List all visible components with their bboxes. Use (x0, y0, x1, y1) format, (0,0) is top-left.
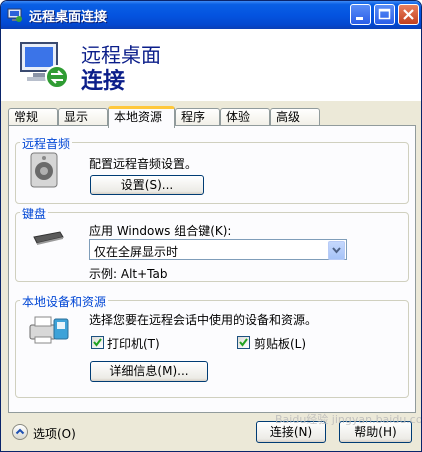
keyboard-example: 示例: Alt+Tab (89, 267, 168, 281)
watermark: Baidu经验 jingyan.baidu.com (275, 413, 422, 426)
options-toggle-button[interactable] (12, 424, 28, 440)
title-bar[interactable]: 远程桌面连接 (1, 1, 421, 29)
banner: 远程桌面 连接 (1, 29, 421, 101)
chevron-down-icon (332, 247, 341, 254)
devices-description: 选择您要在远程会话中使用的设备和资源。 (89, 313, 318, 327)
remote-computer-icon (20, 42, 69, 89)
remote-audio-title: 远程音频 (20, 135, 73, 152)
minimize-button[interactable] (350, 4, 371, 25)
tab-general[interactable]: 常规 (8, 108, 58, 126)
clipboard-label[interactable]: 剪贴板(L) (254, 335, 306, 352)
keyboard-group: 键盘 应用 Windows 组合键(K): 仅在全屏显示时 示例: Alt+Ta… (15, 205, 409, 282)
checkmark-icon (239, 338, 248, 347)
tab-local-resources[interactable]: 本地资源 (108, 106, 175, 128)
close-button[interactable] (398, 4, 419, 25)
window-title: 远程桌面连接 (29, 10, 108, 25)
tab-advanced[interactable]: 高级 (270, 108, 320, 126)
printers-label[interactable]: 打印机(T) (107, 335, 160, 352)
windows-keys-selected: 仅在全屏显示时 (94, 245, 179, 259)
remote-audio-group: 远程音频 配置远程音频设置。 设置(S)... (15, 135, 409, 204)
dropdown-arrow-button[interactable] (328, 241, 345, 260)
tab-display[interactable]: 显示 (58, 108, 108, 126)
speaker-icon (30, 152, 58, 188)
close-icon (403, 9, 414, 20)
audio-settings-button[interactable]: 设置(S)... (90, 175, 204, 195)
remote-desktop-window: 远程桌面连接 远程桌面 连接 常规 显示 本地资源 程序 体验 高级 远程音频 … (0, 0, 422, 452)
remote-desktop-icon (7, 8, 22, 22)
maximize-button[interactable] (374, 4, 395, 25)
checkmark-icon (93, 338, 102, 347)
maximize-icon (378, 8, 391, 20)
tab-experience[interactable]: 体验 (220, 108, 270, 126)
printer-devices-icon (29, 316, 69, 344)
apply-windows-keys-label: 应用 Windows 组合键(K): (89, 224, 232, 238)
audio-description: 配置远程音频设置。 (89, 157, 198, 171)
details-button[interactable]: 详细信息(M)... (90, 361, 208, 382)
printers-checkbox[interactable] (91, 336, 104, 349)
minimize-icon (356, 17, 363, 20)
keyboard-icon (33, 231, 64, 245)
local-devices-group: 本地设备和资源 选择您要在远程会话中使用的设备和资源。 打印机(T) 剪贴板(L… (15, 293, 409, 398)
clipboard-checkbox[interactable] (237, 336, 250, 349)
banner-title-line2: 连接 (81, 69, 126, 94)
tab-programs[interactable]: 程序 (175, 108, 220, 126)
local-resources-panel: 远程音频 配置远程音频设置。 设置(S)... 键盘 应用 Windows 组合… (8, 125, 416, 413)
local-devices-title: 本地设备和资源 (20, 293, 109, 310)
options-label[interactable]: 选项(O) (33, 425, 76, 442)
chevron-up-icon (15, 428, 25, 435)
windows-keys-select[interactable]: 仅在全屏显示时 (89, 239, 347, 260)
keyboard-title: 键盘 (20, 205, 49, 222)
